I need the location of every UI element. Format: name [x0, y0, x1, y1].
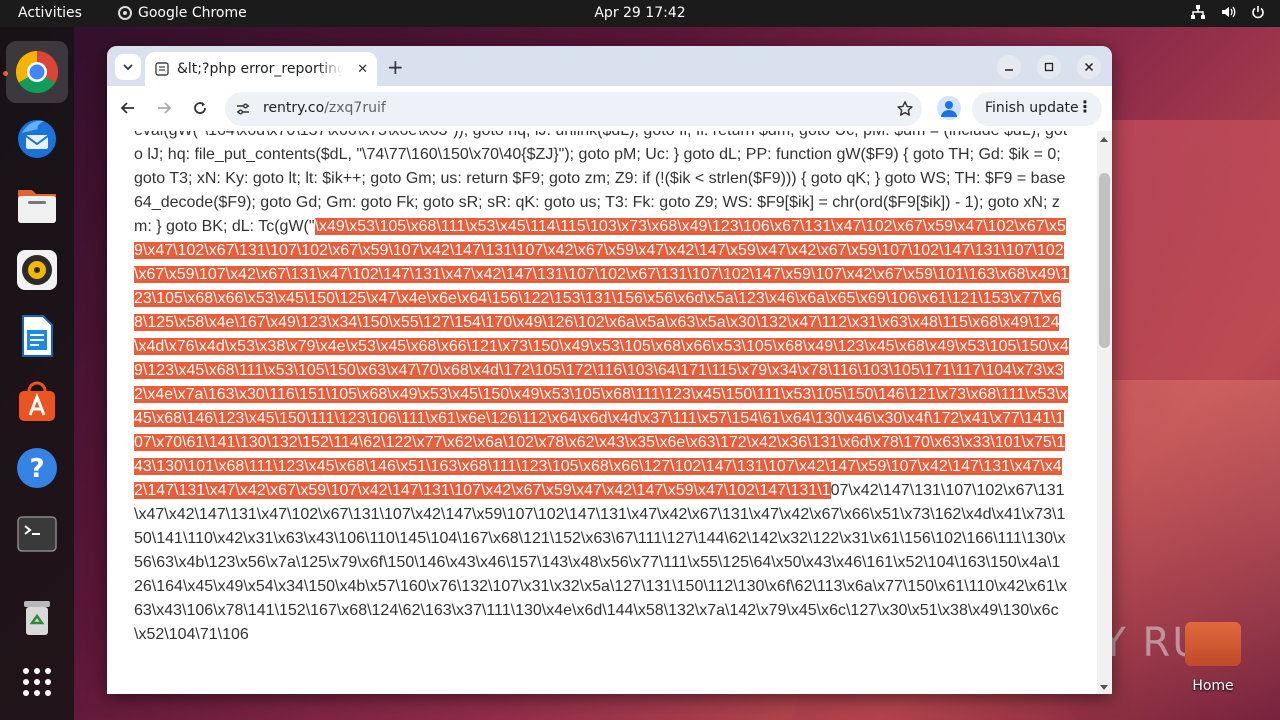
profile-avatar[interactable] — [937, 96, 961, 120]
address-bar[interactable]: rentry.co/zxq7ruif — [225, 92, 922, 126]
terminal-icon — [17, 516, 57, 552]
vertical-scrollbar[interactable] — [1097, 131, 1112, 694]
selected-text: \x49\x53\105\x68\111\x53\x45\114\115\103… — [134, 218, 1069, 499]
home-folder-icon[interactable] — [1185, 622, 1241, 666]
dock-app-center[interactable] — [6, 371, 68, 433]
arrow-left-icon — [120, 102, 134, 114]
forward-button[interactable] — [152, 96, 176, 120]
scroll-down-arrow-icon[interactable] — [1100, 685, 1108, 690]
minimize-button[interactable] — [997, 55, 1021, 79]
tab-close-icon[interactable]: ✕ — [357, 62, 368, 77]
network-icon — [1191, 5, 1205, 19]
dock-rhythmbox[interactable] — [6, 239, 68, 301]
reload-button[interactable] — [188, 96, 212, 120]
more-menu-icon[interactable]: ⋮ — [1077, 99, 1093, 115]
dock-writer[interactable] — [6, 305, 68, 367]
browser-window: &lt;?php error_reporting ✕ + rentry.co/z… — [107, 46, 1112, 694]
url-path: /zxq7ruif — [324, 100, 386, 116]
dock-thunderbird[interactable] — [6, 107, 68, 169]
scroll-up-arrow-icon[interactable] — [1100, 137, 1108, 142]
tab-title: &lt;?php error_reporting — [177, 61, 342, 77]
tab-search-button[interactable] — [115, 54, 141, 80]
arrow-right-icon — [158, 102, 172, 114]
top-bar: Activities Google Chrome Apr 29 17:42 — [0, 0, 1280, 27]
dock: ? — [0, 27, 74, 720]
dock-help[interactable]: ? — [6, 437, 68, 499]
code-text-continued: 07\x42\147\131\107\102\x67\131\x47\x42\1… — [134, 482, 1068, 643]
minimize-icon — [1005, 69, 1013, 71]
person-icon — [941, 101, 957, 117]
writer-icon — [22, 315, 53, 357]
help-icon: ? — [17, 448, 57, 488]
tab-active[interactable]: &lt;?php error_reporting ✕ — [145, 52, 377, 86]
show-apps-button[interactable] — [6, 651, 68, 713]
files-icon — [18, 190, 56, 223]
chrome-icon — [15, 50, 59, 94]
dock-trash[interactable] — [6, 585, 68, 647]
maximize-icon — [1044, 62, 1054, 72]
reload-icon — [194, 102, 206, 114]
app-name: Google Chrome — [138, 5, 247, 21]
trash-icon — [24, 601, 50, 635]
power-icon — [1252, 6, 1264, 19]
tab-strip: &lt;?php error_reporting ✕ + — [107, 46, 1112, 86]
url-host: rentry.co — [263, 100, 325, 116]
apps-grid-icon — [23, 668, 51, 696]
finish-update-button[interactable]: Finish update ⋮ — [972, 92, 1102, 126]
page-content: eval(gW("\164\x6d\x70\137\x66\x75\x6e\x6… — [107, 131, 1097, 694]
maximize-button[interactable] — [1037, 55, 1061, 79]
url-text: rentry.co/zxq7ruif — [263, 100, 386, 116]
svg-text:?: ? — [29, 454, 44, 484]
activities-button[interactable]: Activities — [18, 5, 82, 21]
close-window-button[interactable] — [1077, 55, 1101, 79]
new-tab-button[interactable]: + — [387, 55, 404, 79]
page-favicon-icon — [155, 62, 169, 76]
dock-files[interactable] — [6, 173, 68, 235]
site-info-icon[interactable] — [235, 101, 251, 117]
dock-chrome[interactable] — [6, 41, 68, 103]
browser-toolbar: rentry.co/zxq7ruif Finish update ⋮ — [107, 86, 1112, 131]
chevron-down-icon — [123, 64, 133, 71]
chrome-icon — [118, 6, 132, 20]
thunderbird-icon — [18, 120, 56, 158]
system-tray[interactable] — [1190, 4, 1266, 20]
back-button[interactable] — [116, 96, 140, 120]
dock-terminal[interactable] — [6, 503, 68, 565]
app-menu[interactable]: Google Chrome — [118, 5, 247, 21]
paste-text[interactable]: eval(gW("\164\x6d\x70\137\x66\x75\x6e\x6… — [134, 131, 1069, 647]
home-folder-label[interactable]: Home — [1180, 678, 1246, 694]
rhythmbox-icon — [17, 250, 57, 290]
volume-icon — [1222, 6, 1236, 18]
app-center-icon — [19, 381, 55, 421]
close-icon — [1084, 62, 1094, 72]
finish-update-label: Finish update — [985, 100, 1079, 116]
bookmark-star-icon[interactable] — [896, 100, 914, 118]
scrollbar-thumb[interactable] — [1099, 173, 1110, 348]
